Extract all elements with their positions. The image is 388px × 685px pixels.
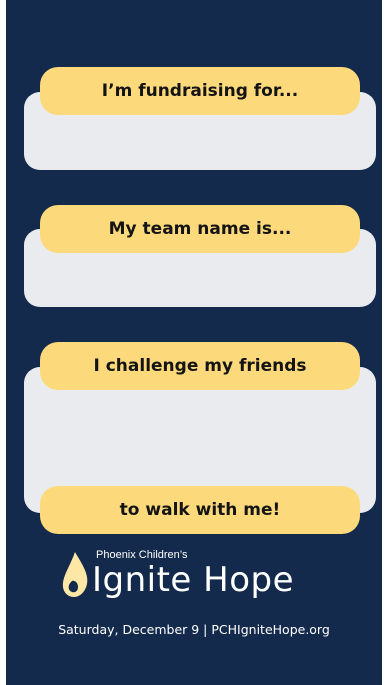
- fundraising-prompt-label: I’m fundraising for...: [40, 67, 360, 115]
- brand-event-title: Ignite Hope: [92, 560, 295, 600]
- walk-prompt-label: to walk with me!: [40, 486, 360, 534]
- story-frame: I’m fundraising for... My team name is..…: [0, 0, 388, 685]
- flame-icon: [62, 552, 88, 597]
- event-date-and-url: Saturday, December 9 | PCHIgniteHope.org: [58, 622, 330, 637]
- challenge-prompt-label: I challenge my friends: [40, 342, 360, 390]
- team-name-prompt-label: My team name is...: [40, 205, 360, 253]
